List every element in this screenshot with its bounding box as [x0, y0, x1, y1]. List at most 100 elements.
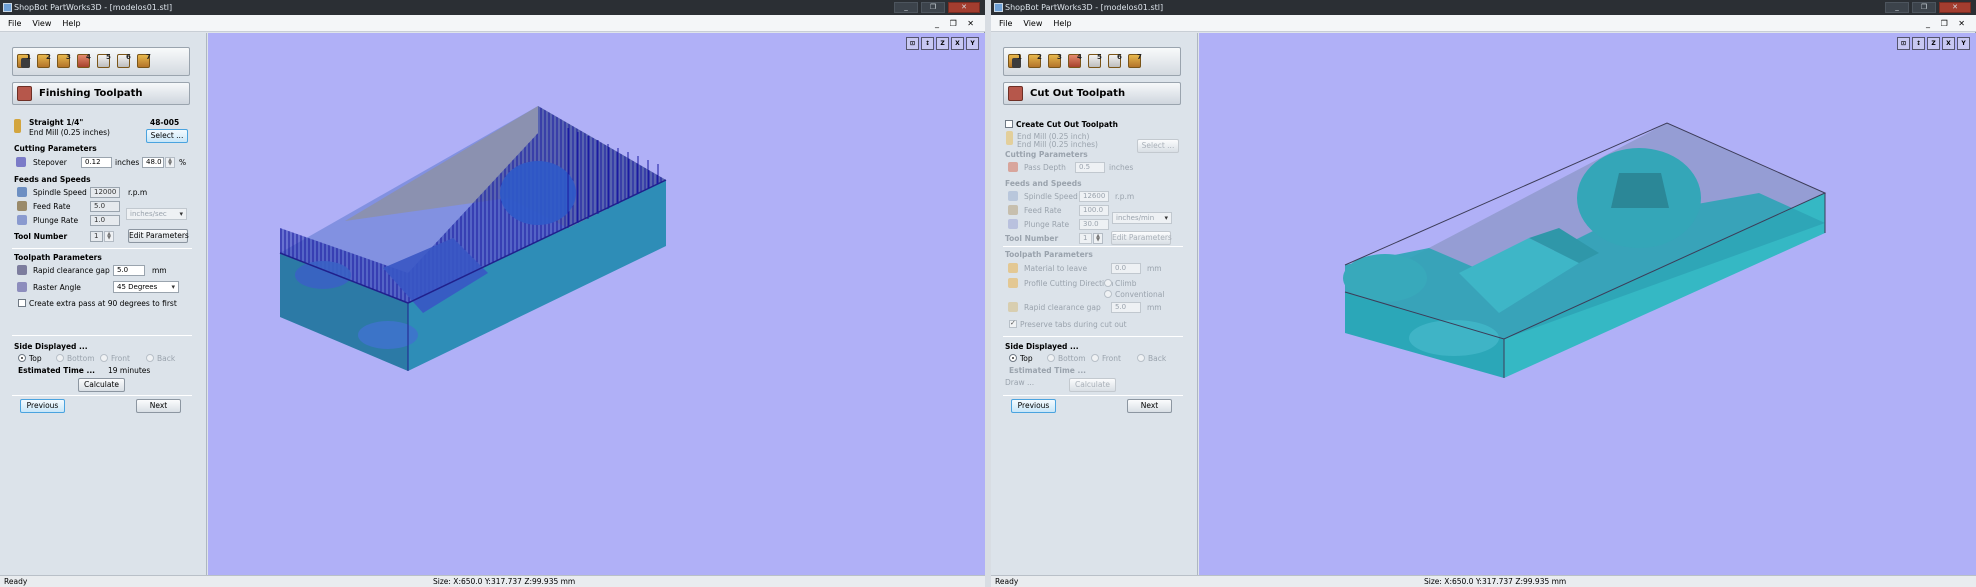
- maximize-button[interactable]: ❐: [921, 2, 945, 13]
- side-front-radio[interactable]: [1091, 354, 1099, 362]
- step-1-button[interactable]: 1: [1008, 53, 1025, 70]
- app-icon: [3, 3, 12, 12]
- estimated-time-label: Estimated Time ...: [18, 366, 96, 375]
- maximize-button[interactable]: ❐: [1912, 2, 1936, 13]
- conventional-radio[interactable]: [1104, 290, 1112, 298]
- spindle-speed-input[interactable]: 12600: [1079, 191, 1109, 202]
- select-tool-button[interactable]: Select ...: [1137, 139, 1179, 153]
- stepover-spinner[interactable]: ▲ ▼: [165, 157, 175, 168]
- tool-number-spinner[interactable]: ▲ ▼: [104, 231, 114, 242]
- menu-view[interactable]: View: [32, 15, 51, 32]
- side-bottom-radio[interactable]: [56, 354, 64, 362]
- step-7-button[interactable]: 7: [137, 53, 154, 70]
- window-controls: _ ❐ ✕: [894, 2, 980, 13]
- menu-help[interactable]: Help: [1053, 15, 1071, 32]
- calculate-button[interactable]: Calculate: [1069, 378, 1116, 392]
- partworks-window-cutout: ShopBot PartWorks3D - [modelos01.stl] _ …: [991, 0, 1976, 587]
- plunge-rate-label: Plunge Rate: [1024, 220, 1070, 229]
- side-back-radio[interactable]: [1137, 354, 1145, 362]
- raster-angle-select[interactable]: 45 Degrees: [113, 281, 179, 293]
- menu-file[interactable]: File: [8, 15, 21, 32]
- 3d-viewport[interactable]: ⊡ ↕ Z X Y: [1199, 33, 1976, 575]
- toolpath-preview-render: [279, 106, 667, 371]
- rate-units-select[interactable]: inches/sec: [126, 208, 187, 220]
- feed-rate-input[interactable]: 5.0: [90, 201, 120, 212]
- step-2-button[interactable]: 2: [1028, 53, 1045, 70]
- rate-units-select[interactable]: inches/min: [1112, 212, 1172, 224]
- step-4-button[interactable]: 4: [77, 53, 94, 70]
- side-displayed-header: Side Displayed ...: [14, 342, 88, 351]
- previous-button[interactable]: Previous: [20, 399, 65, 413]
- menu-file[interactable]: File: [999, 15, 1012, 32]
- material-icon: [1008, 263, 1018, 273]
- tool-number-input[interactable]: 1: [1079, 233, 1092, 244]
- minimize-button[interactable]: _: [1885, 2, 1909, 13]
- previous-button[interactable]: Previous: [1011, 399, 1056, 413]
- feed-rate-input[interactable]: 100.0: [1079, 205, 1109, 216]
- edit-parameters-button[interactable]: Edit Parameters: [128, 229, 189, 243]
- calculate-button[interactable]: Calculate: [78, 378, 125, 392]
- plunge-rate-input[interactable]: 1.0: [90, 215, 120, 226]
- plunge-rate-input[interactable]: 30.0: [1079, 219, 1109, 230]
- step-6-button[interactable]: 6: [1108, 53, 1125, 70]
- step-3-button[interactable]: 3: [1048, 53, 1065, 70]
- pass-depth-input[interactable]: 0.5: [1075, 162, 1105, 173]
- climb-label: Climb: [1115, 279, 1137, 288]
- tool-number-spinner[interactable]: ▲ ▼: [1093, 233, 1103, 244]
- next-button[interactable]: Next: [1127, 399, 1172, 413]
- step-3-button[interactable]: 3: [57, 53, 74, 70]
- side-front-label: Front: [1102, 354, 1121, 363]
- menu-bar: File View Help _ ❐ ✕: [991, 15, 1976, 32]
- side-bottom-label: Bottom: [67, 354, 95, 363]
- rapid-gap-input[interactable]: 5.0: [113, 265, 145, 276]
- step-2-button[interactable]: 2: [37, 53, 54, 70]
- step-7-button[interactable]: 7: [1128, 53, 1145, 70]
- plunge-rate-icon: [1008, 219, 1018, 229]
- step-5-button[interactable]: 5: [97, 53, 114, 70]
- divider: [1003, 336, 1183, 337]
- feed-rate-label: Feed Rate: [1024, 206, 1062, 215]
- extra-pass-checkbox[interactable]: [18, 299, 26, 307]
- stepover-input[interactable]: 0.12: [81, 157, 112, 168]
- 3d-viewport[interactable]: ⊡ ↕ Z X Y: [208, 33, 985, 575]
- status-bar: Ready Size: X:650.0 Y:317.737 Z:99.935 m…: [991, 575, 1976, 587]
- side-top-radio[interactable]: [1009, 354, 1017, 362]
- spindle-speed-input[interactable]: 12000: [90, 187, 120, 198]
- step-5-button[interactable]: 5: [1088, 53, 1105, 70]
- side-top-radio[interactable]: [18, 354, 26, 362]
- mdi-controls[interactable]: _ ❐ ✕: [1926, 15, 1969, 32]
- mdi-controls[interactable]: _ ❐ ✕: [935, 15, 978, 32]
- side-front-radio[interactable]: [100, 354, 108, 362]
- create-cutout-checkbox[interactable]: [1005, 120, 1013, 128]
- minimize-button[interactable]: _: [894, 2, 918, 13]
- step-6-button[interactable]: 6: [117, 53, 134, 70]
- select-tool-button[interactable]: Select ...: [146, 129, 188, 143]
- close-button[interactable]: ✕: [948, 2, 980, 13]
- side-front-label: Front: [111, 354, 130, 363]
- next-button[interactable]: Next: [136, 399, 181, 413]
- material-unit: mm: [1147, 264, 1162, 273]
- preserve-tabs-checkbox[interactable]: [1009, 319, 1017, 328]
- model-size: Size: X:650.0 Y:317.737 Z:99.935 mm: [1424, 577, 1567, 586]
- step-1-button[interactable]: 1: [17, 53, 34, 70]
- side-bottom-radio[interactable]: [1047, 354, 1055, 362]
- step-4-button[interactable]: 4: [1068, 53, 1085, 70]
- window-controls: _ ❐ ✕: [1885, 2, 1971, 13]
- rapid-gap-input[interactable]: 5.0: [1111, 302, 1141, 313]
- climb-radio[interactable]: [1104, 279, 1112, 287]
- pass-depth-label: Pass Depth: [1024, 163, 1066, 172]
- side-back-radio[interactable]: [146, 354, 154, 362]
- menu-view[interactable]: View: [1023, 15, 1042, 32]
- menu-help[interactable]: Help: [62, 15, 80, 32]
- divider: [1003, 246, 1183, 247]
- close-button[interactable]: ✕: [1939, 2, 1971, 13]
- material-input[interactable]: 0.0: [1111, 263, 1141, 274]
- edit-parameters-button[interactable]: Edit Parameters: [1111, 231, 1172, 245]
- tool-number-input[interactable]: 1: [90, 231, 103, 242]
- app-icon: [994, 3, 1003, 12]
- title-bar: ShopBot PartWorks3D - [modelos01.stl] _ …: [991, 0, 1976, 15]
- stepover-percent-input[interactable]: 48.0: [142, 157, 164, 168]
- divider: [12, 248, 192, 249]
- partworks-window-finishing: ShopBot PartWorks3D - [modelos01.stl] _ …: [0, 0, 985, 587]
- stepover-label: Stepover: [33, 158, 67, 167]
